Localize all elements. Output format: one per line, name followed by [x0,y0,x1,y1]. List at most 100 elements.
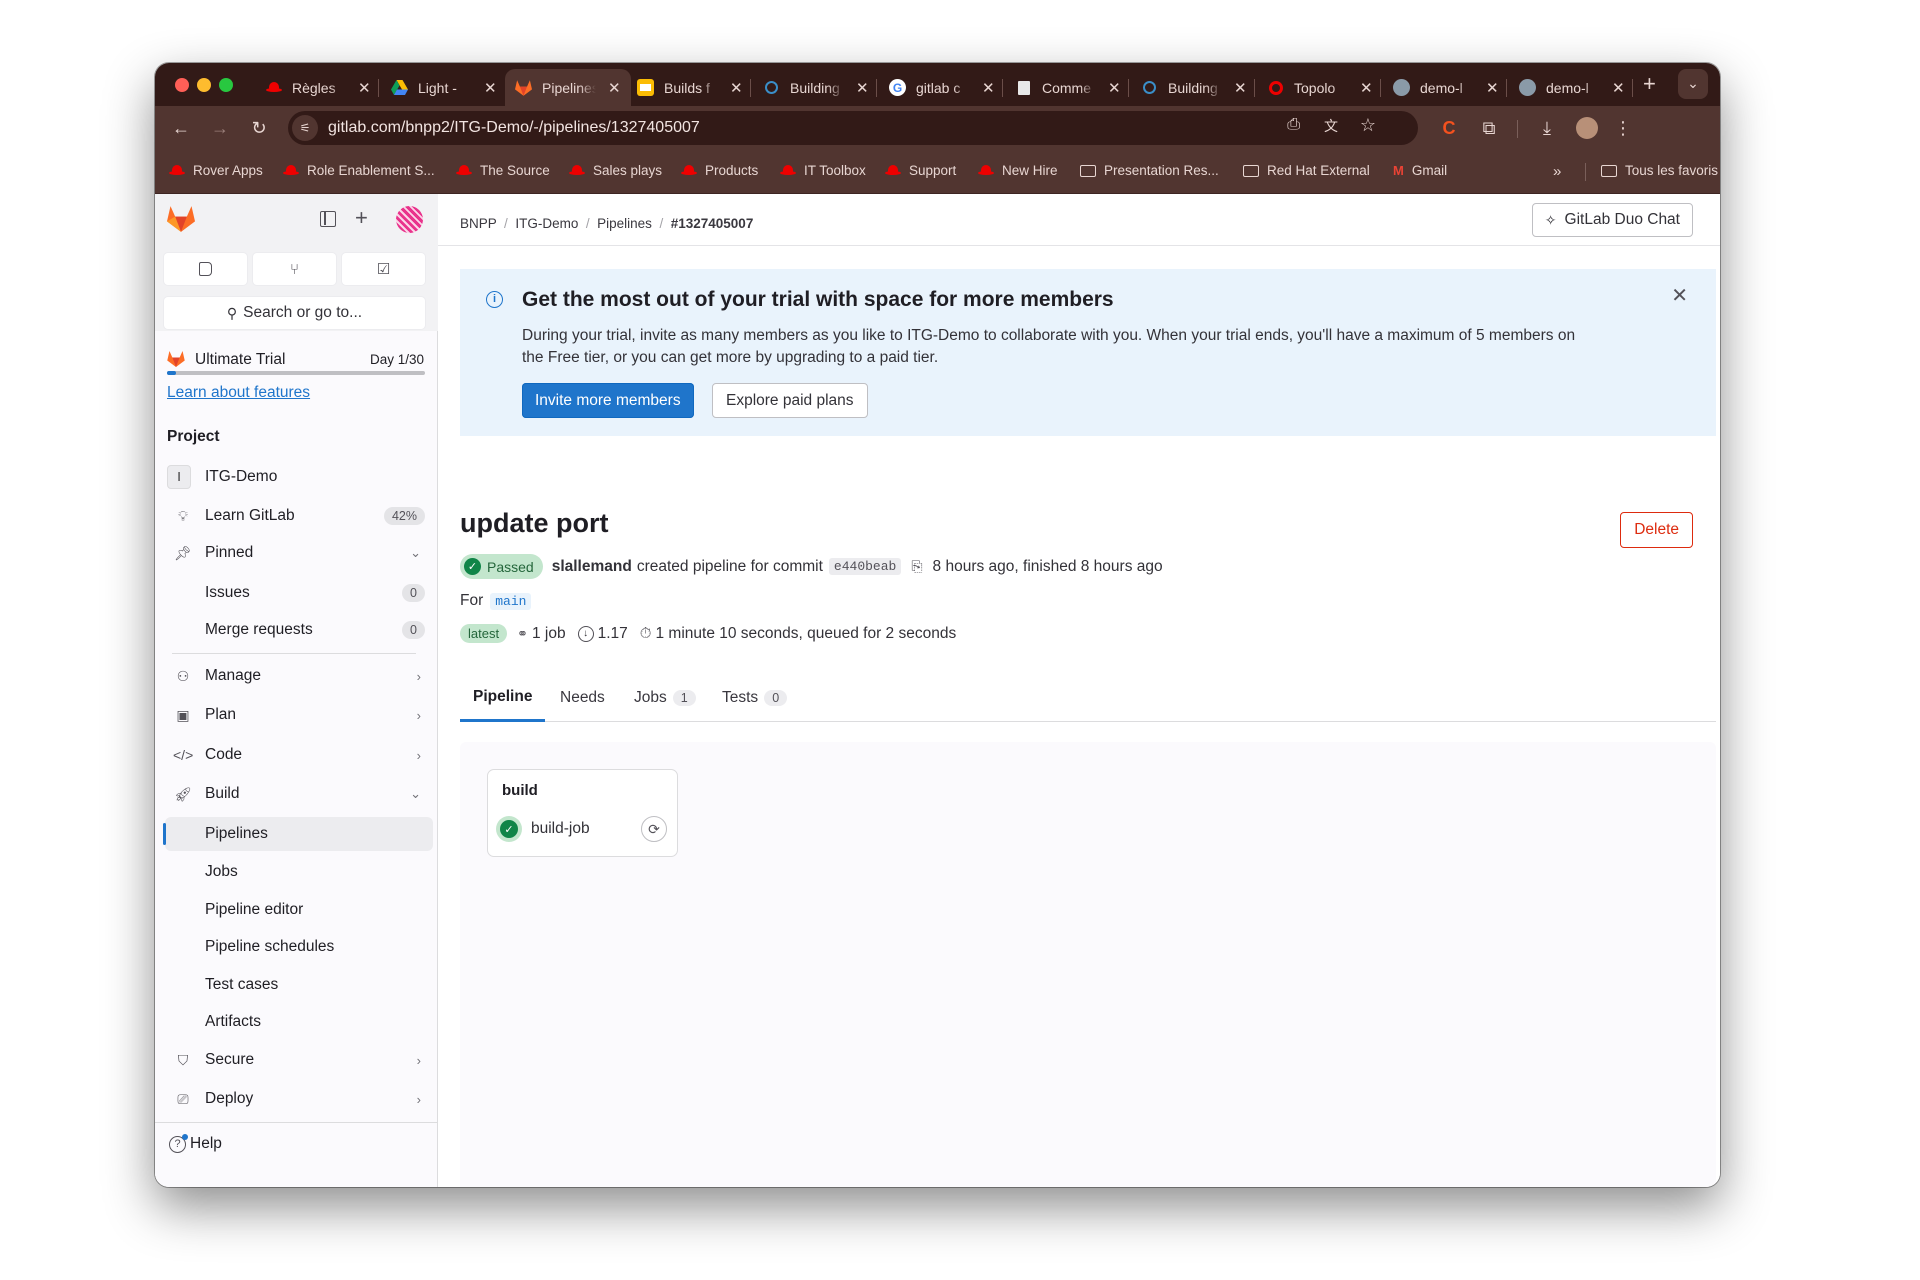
close-tab-icon[interactable]: ✕ [1234,79,1247,97]
job-item[interactable]: ✓ build-job ⟳ [496,812,671,846]
sidebar-item-deploy[interactable]: ⎚ Deploy › [165,1082,433,1116]
issues-shortcut-button[interactable] [164,253,247,285]
back-icon[interactable]: ← [169,116,193,140]
close-tab-icon[interactable]: ✕ [608,79,621,97]
sidebar-item-issues[interactable]: Issues 0 [165,576,433,610]
address-bar[interactable]: ⚟ gitlab.com/bnpp2/ITG-Demo/-/pipelines/… [288,111,1418,145]
help-button[interactable]: ? Help [169,1133,222,1153]
tab-jobs[interactable]: Jobs 1 [634,674,696,722]
status-badge[interactable]: ✓ Passed [460,554,543,579]
copy-icon[interactable]: ⎘ [911,558,922,575]
translate-icon[interactable]: 文 [1324,116,1338,136]
browser-tab[interactable]: Topolo ✕ [1267,69,1373,106]
close-tab-icon[interactable]: ✕ [1612,79,1625,97]
breadcrumb-item[interactable]: Pipelines [597,216,652,231]
tab-pipeline[interactable]: Pipeline [460,674,546,722]
commit-sha-link[interactable]: e440beab [828,558,902,575]
collapse-sidebar-icon[interactable] [320,211,336,227]
close-tab-icon[interactable]: ✕ [358,79,371,97]
bookmark[interactable]: Products [681,163,758,178]
extension-c-icon[interactable]: C [1437,116,1461,140]
duo-chat-button[interactable]: ✧ GitLab Duo Chat [1531,203,1693,237]
extensions-puzzle-icon[interactable]: ⧉ [1477,116,1501,140]
tab-needs[interactable]: Needs [560,674,605,722]
bookmark[interactable]: Rover Apps [169,163,263,178]
browser-tab[interactable]: Ggitlab c ✕ [889,69,995,106]
learn-about-features-link[interactable]: Learn about features [167,384,310,402]
sidebar-item-merge-requests[interactable]: Merge requests 0 [165,613,433,647]
sidebar-item-plan[interactable]: ▣ Plan › [165,698,433,732]
bookmark[interactable]: M Gmail [1393,163,1447,178]
breadcrumb-current[interactable]: #1327405007 [671,216,754,231]
sidebar-item-jobs[interactable]: Jobs [165,855,433,889]
new-tab-button[interactable]: + [1643,71,1656,97]
breadcrumb-item[interactable]: ITG-Demo [515,216,578,231]
invite-members-button[interactable]: Invite more members [522,383,694,418]
close-tab-icon[interactable]: ✕ [1486,79,1499,97]
menu-kebab-icon[interactable]: ⋮ [1611,116,1635,140]
bookmark-folder[interactable]: Red Hat External [1243,163,1370,178]
browser-tab[interactable]: Light - ✕ [391,69,497,106]
merge-requests-shortcut-button[interactable]: ⑂ [253,253,336,285]
bookmark[interactable]: Sales plays [569,163,662,178]
branch-link[interactable]: main [490,592,532,610]
forward-icon[interactable]: → [208,116,232,140]
browser-tab[interactable]: demo-l ✕ [1393,69,1499,106]
user-avatar[interactable] [396,206,423,233]
bookmark[interactable]: New Hire [978,163,1058,178]
download-icon[interactable]: ⤓ [1535,116,1559,140]
explore-plans-button[interactable]: Explore paid plans [712,383,868,418]
tab-tests[interactable]: Tests 0 [722,674,788,722]
delete-button[interactable]: Delete [1620,512,1693,548]
sidebar-item-build[interactable]: 🚀︎ Build ⌄ [165,777,433,811]
sidebar-item-pinned[interactable]: 📌︎ Pinned ⌄ [165,536,433,570]
install-app-icon[interactable]: ⎙ [1287,116,1300,134]
bookmark-star-icon[interactable]: ☆ [1360,115,1376,136]
sidebar-item-pipelines[interactable]: Pipelines [163,817,433,851]
maximize-window-button[interactable] [219,78,233,92]
minimize-window-button[interactable] [197,78,211,92]
sidebar-item-learn-gitlab[interactable]: 💡︎ Learn GitLab 42% [165,499,433,533]
browser-tab[interactable]: Règles ✕ [265,69,371,106]
create-new-icon[interactable]: + [355,205,368,231]
bookmark-folder[interactable]: Presentation Res... [1080,163,1219,178]
sidebar-item-project[interactable]: I ITG-Demo [165,460,433,494]
browser-tab-active[interactable]: Pipelines ✕ [505,69,631,106]
sidebar-item-pipeline-editor[interactable]: Pipeline editor [165,893,433,927]
browser-tab[interactable]: Builds f ✕ [637,69,743,106]
url-text[interactable]: gitlab.com/bnpp2/ITG-Demo/-/pipelines/13… [328,119,700,137]
close-tab-icon[interactable]: ✕ [1108,79,1121,97]
bookmark[interactable]: IT Toolbox [780,163,866,178]
sidebar-item-manage[interactable]: ⚇ Manage › [165,659,433,693]
sidebar-item-artifacts[interactable]: Artifacts [165,1005,433,1039]
browser-tab[interactable]: Building ✕ [1141,69,1247,106]
author-link[interactable]: slallemand [552,558,632,576]
profile-avatar[interactable] [1576,117,1598,139]
bookmark[interactable]: Role Enablement S... [283,163,435,178]
sidebar-item-secure[interactable]: ⛉ Secure › [165,1043,433,1077]
todos-shortcut-button[interactable]: ☑ [342,253,425,285]
close-tab-icon[interactable]: ✕ [484,79,497,97]
site-info-icon[interactable]: ⚟ [292,115,318,141]
sidebar-item-test-cases[interactable]: Test cases [165,968,433,1002]
browser-tab[interactable]: demo-l ✕ [1519,69,1625,106]
close-icon[interactable]: ✕ [1671,283,1688,308]
reload-icon[interactable]: ↻ [247,116,271,140]
retry-icon[interactable]: ⟳ [641,816,667,842]
bookmarks-overflow-button[interactable]: » [1553,163,1561,180]
sidebar-item-code[interactable]: </> Code › [165,738,433,772]
all-bookmarks[interactable]: Tous les favoris [1601,163,1718,178]
close-tab-icon[interactable]: ✕ [982,79,995,97]
close-window-button[interactable] [175,78,189,92]
browser-tab[interactable]: Comme ✕ [1015,69,1121,106]
bookmark[interactable]: The Source [456,163,550,178]
bookmark[interactable]: Support [885,163,956,178]
browser-tab[interactable]: Building ✕ [763,69,869,106]
close-tab-icon[interactable]: ✕ [856,79,869,97]
close-tab-icon[interactable]: ✕ [730,79,743,97]
search-input[interactable]: ⚲ Search or go to... [164,297,425,329]
gitlab-logo[interactable] [167,206,195,237]
tab-search-button[interactable]: ⌄ [1678,69,1708,99]
close-tab-icon[interactable]: ✕ [1360,79,1373,97]
breadcrumb-item[interactable]: BNPP [460,216,497,231]
